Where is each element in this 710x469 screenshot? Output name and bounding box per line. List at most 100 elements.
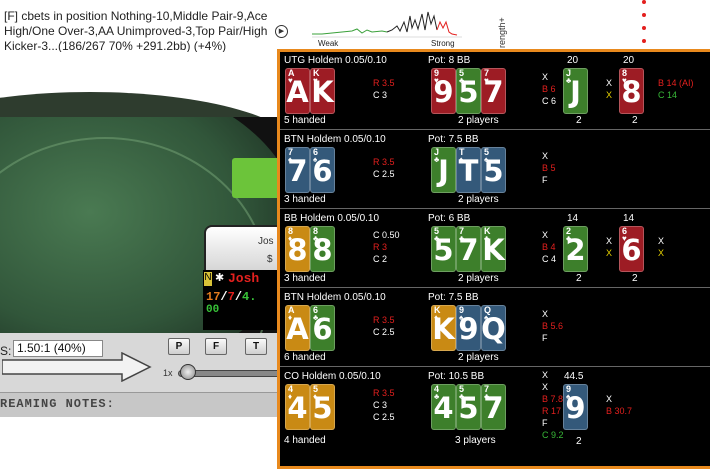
card-rank: J bbox=[570, 75, 581, 109]
playing-card: J ♣ J bbox=[563, 68, 588, 114]
flop-action: C 4 bbox=[542, 254, 557, 264]
flop-action: B 5.6 bbox=[542, 321, 564, 331]
card-rank: 7 bbox=[287, 154, 308, 188]
card-rank: 8 bbox=[312, 233, 333, 267]
hud-stat-vpip: 17 bbox=[206, 290, 221, 304]
turn-players: 2 bbox=[576, 273, 582, 284]
playing-card: 6 ♠ 6 bbox=[310, 147, 335, 193]
notes-label: REAMING NOTES: bbox=[0, 397, 115, 411]
card-rank: A bbox=[286, 312, 309, 346]
playing-card: A ♦ A bbox=[285, 305, 310, 351]
action-button[interactable] bbox=[232, 158, 282, 198]
hand-history-popup[interactable]: UTG Holdem 0.05/0.10 Pot: 8 BB 5 handed 2 p… bbox=[277, 49, 710, 469]
river-action: X bbox=[658, 248, 665, 258]
playing-card: 5 ♠ 5 bbox=[481, 147, 506, 193]
hand-table-size: 3 handed bbox=[284, 194, 326, 205]
hand-title: BTN Holdem 0.05/0.10 bbox=[284, 292, 386, 303]
preflop-action: C 0.50 bbox=[373, 230, 400, 240]
preflop-action: C 2.5 bbox=[373, 169, 395, 179]
card-rank: Q bbox=[481, 312, 506, 346]
hand-pot: Pot: 7.5 BB bbox=[428, 134, 479, 145]
turn-action: X bbox=[606, 90, 613, 100]
card-rank: A bbox=[286, 75, 309, 109]
hand-title: BB Holdem 0.05/0.10 bbox=[284, 213, 380, 224]
play-icon[interactable]: ▶ bbox=[275, 25, 288, 38]
card-rank: K bbox=[482, 233, 505, 267]
playing-card: 7 ♣ 7 bbox=[456, 226, 481, 272]
graph-weak-label: Weak bbox=[318, 39, 339, 48]
flop-action: X bbox=[542, 72, 549, 82]
card-rank: 4 bbox=[287, 391, 308, 425]
turn-pot: 44.5 bbox=[564, 371, 584, 382]
preflop-action: R 3 bbox=[373, 242, 388, 252]
hand-title: BTN Holdem 0.05/0.10 bbox=[284, 134, 386, 145]
hand-row[interactable]: BB Holdem 0.05/0.10 Pot: 6 BB 3 handed 2 pl… bbox=[280, 210, 710, 288]
hand-row[interactable]: BTN Holdem 0.05/0.10 Pot: 7.5 BB 6 handed 2… bbox=[280, 289, 710, 367]
card-rank: J bbox=[438, 154, 449, 188]
playing-card: J ♣ J bbox=[431, 147, 456, 193]
t-button[interactable]: T bbox=[245, 338, 267, 355]
playing-card: 8 ♣ 8 bbox=[310, 226, 335, 272]
flop-action: C 6 bbox=[542, 96, 557, 106]
playing-card: 5 ♣ 5 bbox=[431, 226, 456, 272]
hand-player-count: 2 players bbox=[458, 115, 499, 126]
preflop-action: C 2.5 bbox=[373, 412, 395, 422]
f-button[interactable]: F bbox=[205, 338, 227, 355]
stat-description: [F] cbets in position Nothing-10,Middle … bbox=[4, 9, 268, 53]
preflop-action: R 3.5 bbox=[373, 78, 395, 88]
flop-action: F bbox=[542, 418, 548, 428]
card-rank: T bbox=[458, 154, 479, 188]
preflop-action: R 3.5 bbox=[373, 157, 395, 167]
flop-action: X bbox=[542, 151, 549, 161]
turn-action: X bbox=[606, 236, 613, 246]
hand-strength-graph bbox=[312, 11, 462, 38]
card-rank: 5 bbox=[458, 391, 479, 425]
card-rank: 2 bbox=[565, 233, 586, 267]
card-rank: 7 bbox=[483, 75, 504, 109]
card-rank: 7 bbox=[483, 391, 504, 425]
stat-header: [F] cbets in position Nothing-10,Middle … bbox=[0, 0, 710, 53]
river-players: 2 bbox=[632, 273, 638, 284]
playing-card: 2 ♣ 2 bbox=[563, 226, 588, 272]
playing-card: 5 ♦ 5 bbox=[310, 384, 335, 430]
hand-row[interactable]: CO Holdem 0.05/0.10 Pot: 10.5 BB 4 handed 3… bbox=[280, 368, 710, 469]
hand-row[interactable]: BTN Holdem 0.05/0.10 Pot: 7.5 BB 3 handed 2… bbox=[280, 131, 710, 209]
playing-card: 8 ♥ 8 bbox=[619, 68, 644, 114]
hud-stat-pfr: 7 bbox=[227, 290, 235, 304]
speed-slider-knob[interactable] bbox=[180, 364, 196, 380]
hand-player-count: 2 players bbox=[458, 352, 499, 363]
p-button[interactable]: P bbox=[168, 338, 190, 355]
card-rank: K bbox=[311, 75, 334, 109]
hud-stats: 17/7/4. bbox=[206, 290, 257, 304]
player-name: Jos bbox=[258, 236, 274, 247]
flop-action: X bbox=[542, 230, 549, 240]
playing-card: 5 ♣ 5 bbox=[456, 384, 481, 430]
hand-pot: Pot: 8 BB bbox=[428, 55, 471, 66]
card-rank: 9 bbox=[433, 75, 454, 109]
card-rank: 9 bbox=[565, 391, 586, 425]
playing-card: K ♥ K bbox=[310, 68, 335, 114]
hand-pot: Pot: 10.5 BB bbox=[428, 371, 485, 382]
app-root: [F] cbets in position Nothing-10,Middle … bbox=[0, 0, 710, 469]
playing-card: 6 ♣ 6 bbox=[310, 305, 335, 351]
preflop-action: C 3 bbox=[373, 400, 388, 410]
star-icon: ✱ bbox=[215, 272, 225, 284]
next-arrow-icon[interactable] bbox=[2, 352, 152, 382]
hand-player-count: 2 players bbox=[458, 273, 499, 284]
speed-label: 1x bbox=[163, 368, 173, 378]
hud-position-badge: N bbox=[204, 272, 212, 286]
flop-action: B 4 bbox=[542, 242, 556, 252]
flop-action: X bbox=[542, 309, 549, 319]
flop-action: C 9.2 bbox=[542, 430, 564, 440]
turn-pot: 14 bbox=[567, 213, 579, 224]
turn-action: X bbox=[606, 248, 613, 258]
hand-row[interactable]: UTG Holdem 0.05/0.10 Pot: 8 BB 5 handed 2 p… bbox=[280, 52, 710, 130]
playing-card: 4 ♦ 4 bbox=[285, 384, 310, 430]
river-action: C 14 bbox=[658, 90, 678, 100]
card-rank: 9 bbox=[458, 312, 479, 346]
playing-card: 9 ♠ 9 bbox=[563, 384, 588, 430]
river-action: X bbox=[658, 236, 665, 246]
playing-card: 7 ♠ 7 bbox=[285, 147, 310, 193]
strength-vertical-label: rength+ bbox=[497, 17, 507, 48]
preflop-action: R 3.5 bbox=[373, 388, 395, 398]
